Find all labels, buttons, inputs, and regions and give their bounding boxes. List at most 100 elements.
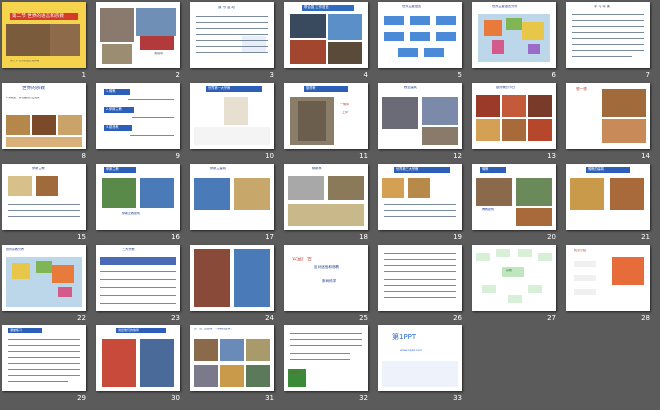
- text-line: [8, 363, 80, 364]
- slide-thumbnail[interactable]: 佛教 佛教建筑: [472, 164, 556, 230]
- slide-thumbnail[interactable]: 第1PPT www.1ppt.com: [378, 325, 462, 391]
- slide-thumbnail[interactable]: 公益广告 反对迷信和邪教 崇尚科学: [284, 245, 368, 311]
- slide-image: [522, 22, 544, 40]
- text-line: [572, 50, 644, 51]
- slide-image: [528, 44, 540, 54]
- slide-text: 2.伊斯兰教: [104, 107, 134, 113]
- slide-image: [476, 119, 500, 141]
- slide-image: [528, 95, 552, 117]
- slide-number: 2: [175, 71, 180, 79]
- slide-text: 第1PPT: [392, 333, 417, 341]
- slide-thumbnail[interactable]: 伊斯兰教: [2, 164, 86, 230]
- slide-image: [476, 95, 500, 117]
- slide-thumbnail[interactable]: 世界第三大宗教: [378, 164, 462, 230]
- slide-thumbnail[interactable]: 佛教的建筑: [566, 164, 650, 230]
- text-line: [196, 16, 268, 17]
- text-line: [196, 52, 268, 53]
- slide-text: 世界的宗教: [22, 86, 45, 91]
- slide-thumbnail[interactable]: 读 书 活 动: [190, 2, 274, 68]
- slide-image: [140, 339, 174, 387]
- slide-number: 32: [359, 394, 368, 402]
- slide-image: [102, 339, 136, 387]
- slide-thumbnail[interactable]: 世界主要语言: [378, 2, 462, 68]
- slide-thumbnail[interactable]: 伊斯兰教 伊斯兰教建筑: [96, 164, 180, 230]
- slide-thumbnail[interactable]: 学 习 导 读: [566, 2, 650, 68]
- slide-image: [58, 115, 82, 135]
- slide-thumbnail[interactable]: 世界主要语言分布: [472, 2, 556, 68]
- slide-image: [382, 178, 404, 198]
- slide-image: [538, 253, 552, 261]
- text-line: [8, 381, 68, 382]
- text-line: [196, 28, 268, 29]
- slide-thumbnail[interactable]: 知识小结: [566, 245, 650, 311]
- text-line: [8, 351, 80, 352]
- slide-thumbnail[interactable]: 想一想: [566, 83, 650, 149]
- slide-text: 说出他们的信仰: [116, 328, 166, 334]
- slide-text: 世界第三大宗教: [394, 167, 450, 173]
- slide-thumbnail[interactable]: [190, 245, 274, 311]
- slide-number: 22: [77, 314, 86, 322]
- text-line: [8, 339, 80, 340]
- slide-image: [502, 119, 526, 141]
- slide-thumbnail[interactable]: [378, 245, 462, 311]
- slide-image: [242, 36, 266, 52]
- slide-image: [506, 18, 522, 30]
- slide-text: 宗教: [506, 269, 513, 272]
- slide-image: [602, 119, 646, 143]
- slide-thumbnail[interactable]: 伊斯兰建筑: [190, 164, 274, 230]
- slide-thumbnail[interactable]: 基督教 一信仰 上帝: [284, 83, 368, 149]
- slide-image: [422, 127, 458, 145]
- slide-thumbnail[interactable]: 说出他们的信仰: [96, 325, 180, 391]
- slide-number: 5: [457, 71, 462, 79]
- slide-thumbnail[interactable]: 世界宗教分布: [2, 245, 86, 311]
- slide-thumbnail[interactable]: 清真寺: [96, 2, 180, 68]
- slide-text: 三大宗教: [122, 248, 135, 251]
- text-line: [572, 20, 644, 21]
- slide-number: 9: [175, 152, 180, 160]
- text-line: [8, 345, 80, 346]
- slide-image: [424, 48, 444, 57]
- slide-thumbnail[interactable]: 教堂建筑: [378, 83, 462, 149]
- slide-image: [194, 365, 218, 387]
- slide-number: 7: [645, 71, 650, 79]
- text-line: [384, 253, 456, 254]
- slide-thumbnail[interactable]: 世界的宗教 1.宗教是一种普遍的社会现象: [2, 83, 86, 149]
- text-line: [128, 99, 174, 100]
- text-line: [8, 204, 80, 205]
- slide-text: 上帝: [342, 111, 349, 114]
- slide-image: [574, 289, 596, 295]
- slide-thumbnail[interactable]: 三大宗教: [96, 245, 180, 311]
- slide-text: 想一想: [576, 87, 587, 91]
- slide-number: 3: [269, 71, 274, 79]
- slide-text: 3.基督教: [104, 125, 132, 131]
- slide-number: 25: [359, 314, 368, 322]
- slide-number: 24: [265, 314, 274, 322]
- text-line: [100, 279, 176, 280]
- slide-text: 课堂练习: [8, 328, 42, 334]
- slide-image: [508, 295, 522, 303]
- slide-thumbnail[interactable]: 基督教的节日: [472, 83, 556, 149]
- slide-image: [602, 89, 646, 117]
- slide-thumbnail[interactable]: 圣诞节: [284, 325, 368, 391]
- slide-thumbnail[interactable]: 联合国 工作语言: [284, 2, 368, 68]
- slide-image: [50, 24, 80, 56]
- slide-text: www.1ppt.com: [400, 349, 423, 352]
- slide-image: [384, 16, 404, 25]
- slide-thumbnail[interactable]: 课堂练习: [2, 325, 86, 391]
- text-line: [100, 287, 176, 288]
- slide-thumbnail[interactable]: 1.佛教 2.伊斯兰教 3.基督教: [96, 83, 180, 149]
- slide-thumbnail[interactable]: 宗教: [472, 245, 556, 311]
- slide-thumbnail[interactable]: 世界第一大宗教: [190, 83, 274, 149]
- slide-image: [518, 249, 532, 257]
- slide-thumbnail[interactable]: 想一想：这是哪一个宗教的建筑？: [190, 325, 274, 391]
- slide-number: 10: [265, 152, 274, 160]
- slide-image: [484, 20, 502, 36]
- slide-text: 世界宗教分布: [6, 248, 25, 251]
- slide-image: [502, 95, 526, 117]
- slide-thumbnail[interactable]: 第二节 世界的语言和宗教 第七节 世界的语言和宗教: [2, 2, 86, 68]
- text-line: [572, 44, 644, 45]
- slide-thumbnail[interactable]: 穆斯林: [284, 164, 368, 230]
- slide-image: [298, 101, 326, 141]
- slide-image: [382, 361, 458, 387]
- slide-text: 1.宗教是一种普遍的社会现象: [6, 97, 40, 99]
